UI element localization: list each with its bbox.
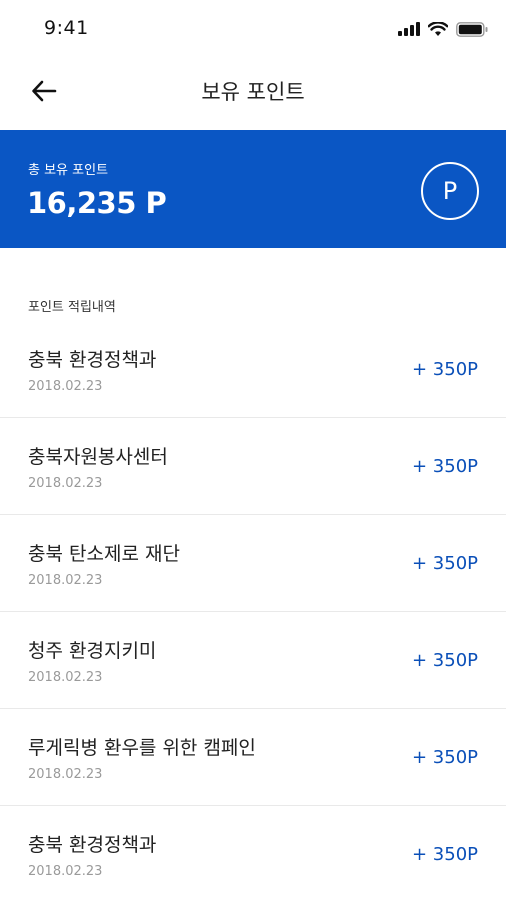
item-amount: + 350P: [411, 650, 478, 671]
item-name: 루게릭병 환우를 위한 캠페인: [28, 737, 256, 759]
wifi-icon: [428, 21, 448, 36]
item-amount: + 350P: [411, 747, 478, 768]
list-item[interactable]: 충북자원봉사센터 2018.02.23 + 350P: [0, 418, 506, 515]
item-date: 2018.02.23: [28, 573, 103, 588]
cellular-signal-icon: [398, 22, 420, 36]
total-points-value: 16,235 P: [27, 186, 167, 220]
item-name: 충북 탄소제로 재단: [28, 543, 180, 565]
status-icons: [398, 21, 488, 37]
history-section-title: 포인트 적립내역: [28, 300, 116, 315]
item-name: 청주 환경지키미: [28, 640, 157, 662]
item-name: 충북자원봉사센터: [28, 446, 168, 468]
list-item[interactable]: 충북 환경정책과 2018.02.23 + 350P: [0, 806, 506, 900]
item-date: 2018.02.23: [28, 476, 103, 491]
item-date: 2018.02.23: [28, 864, 103, 879]
list-item[interactable]: 청주 환경지키미 2018.02.23 + 350P: [0, 612, 506, 709]
item-amount: + 350P: [411, 553, 478, 574]
item-name: 충북 환경정책과: [28, 834, 157, 856]
point-history-list: 충북 환경정책과 2018.02.23 + 350P 충북자원봉사센터 2018…: [0, 321, 506, 900]
battery-icon: [456, 21, 488, 37]
total-points-label: 총 보유 포인트: [28, 163, 109, 178]
list-item[interactable]: 충북 탄소제로 재단 2018.02.23 + 350P: [0, 515, 506, 612]
point-badge-letter: P: [442, 177, 458, 205]
list-item[interactable]: 충북 환경정책과 2018.02.23 + 350P: [0, 321, 506, 418]
status-bar: 9:41: [0, 0, 506, 60]
item-amount: + 350P: [411, 844, 478, 865]
list-item[interactable]: 루게릭병 환우를 위한 캠페인 2018.02.23 + 350P: [0, 709, 506, 806]
item-amount: + 350P: [411, 456, 478, 477]
page-title: 보유 포인트: [201, 80, 305, 104]
status-time: 9:41: [44, 17, 89, 39]
item-amount: + 350P: [411, 359, 478, 380]
total-points-banner: 총 보유 포인트 16,235 P P: [0, 130, 506, 248]
point-badge-icon: P: [421, 162, 479, 220]
item-date: 2018.02.23: [28, 767, 103, 782]
navigation-bar: 보유 포인트: [0, 60, 506, 120]
item-date: 2018.02.23: [28, 670, 103, 685]
item-date: 2018.02.23: [28, 379, 103, 394]
item-name: 충북 환경정책과: [28, 349, 157, 371]
